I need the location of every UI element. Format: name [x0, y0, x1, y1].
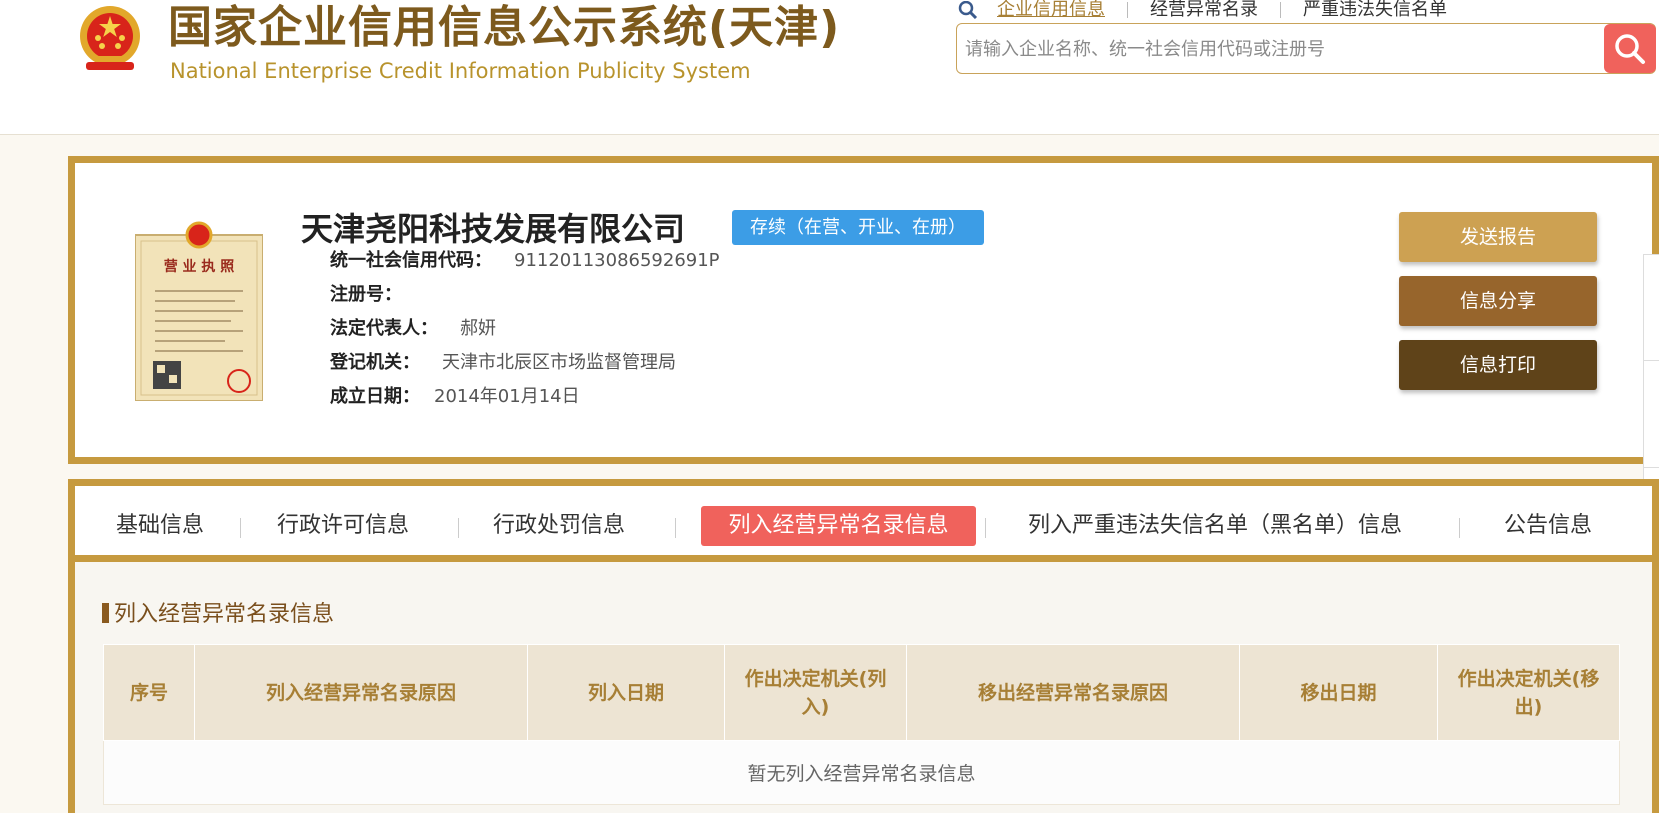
- tab-divider: [1459, 518, 1460, 538]
- search-icon: [1615, 33, 1645, 64]
- section-title-text: 列入经营异常名录信息: [114, 602, 335, 627]
- tab-blacklist[interactable]: 列入严重违法失信名单（黑名单）信息: [1020, 506, 1410, 546]
- search-box: [956, 23, 1656, 74]
- svg-text:营 业 执 照: 营 业 执 照: [164, 258, 235, 275]
- nav-divider: [1127, 2, 1128, 18]
- magnifier-icon: [958, 1, 978, 19]
- info-value: 郝妍: [460, 318, 496, 339]
- nav-link-blacklist[interactable]: 严重违法失信名单: [1303, 1, 1447, 19]
- info-label: 登记机关：: [330, 352, 420, 373]
- abnormal-list-table: 序号 列入经营异常名录原因 列入日期 作出决定机关(列入) 移出经营异常名录原因…: [103, 644, 1620, 805]
- nav-link-credit-info[interactable]: 企业信用信息: [997, 1, 1105, 19]
- tab-basic-info[interactable]: 基础信息: [112, 506, 208, 546]
- top-nav: 企业信用信息 经营异常名录 严重违法失信名单: [957, 0, 1447, 20]
- info-label: 统一社会信用代码：: [330, 250, 492, 271]
- tab-divider: [240, 518, 241, 538]
- business-license-icon: 营 业 执 照: [135, 221, 263, 401]
- nav-link-abnormal-list[interactable]: 经营异常名录: [1150, 1, 1258, 19]
- site-subtitle: National Enterprise Credit Information P…: [170, 59, 751, 83]
- empty-message: 暂无列入经营异常名录信息: [103, 740, 1620, 805]
- search-button[interactable]: [1604, 24, 1656, 73]
- send-report-button[interactable]: 发送报告: [1399, 212, 1597, 262]
- section-title: 列入经营异常名录信息: [102, 601, 334, 629]
- info-value: 91120113086592691P: [514, 250, 720, 271]
- site-title: 国家企业信用信息公示系统(天津): [168, 2, 841, 53]
- section-title-marker: [102, 603, 109, 623]
- info-legal-rep: 法定代表人： 郝妍: [330, 315, 496, 343]
- tab-announcements[interactable]: 公告信息: [1500, 506, 1596, 546]
- tab-divider: [675, 518, 676, 538]
- info-founded-date: 成立日期： 2014年01月14日: [330, 383, 580, 411]
- nav-divider: [1280, 2, 1281, 18]
- share-info-button[interactable]: 信息分享: [1399, 276, 1597, 326]
- print-info-button[interactable]: 信息打印: [1399, 340, 1597, 390]
- info-label: 成立日期：: [330, 386, 420, 407]
- column-header: 移出日期: [1239, 644, 1438, 741]
- column-header: 序号: [103, 644, 195, 741]
- info-label: 注册号：: [330, 284, 402, 305]
- search-input[interactable]: [965, 34, 1555, 64]
- table-header-row: 序号 列入经营异常名录原因 列入日期 作出决定机关(列入) 移出经营异常名录原因…: [103, 644, 1620, 741]
- info-value: 2014年01月14日: [434, 386, 580, 407]
- tab-divider: [458, 518, 459, 538]
- tab-admin-license[interactable]: 行政许可信息: [273, 506, 413, 546]
- tab-bar: 基础信息 行政许可信息 行政处罚信息 列入经营异常名录信息 列入严重违法失信名单…: [75, 486, 1652, 562]
- column-header: 作出决定机关(移出): [1437, 644, 1620, 741]
- national-emblem-icon: [80, 6, 140, 70]
- company-card: 营 业 执 照 天津尧阳科技发展有限公司 存续（在营、开业、在册） 统一社会信用…: [68, 156, 1659, 464]
- tab-admin-penalty[interactable]: 行政处罚信息: [489, 506, 629, 546]
- info-value: 天津市北辰区市场监督管理局: [442, 352, 676, 373]
- column-header: 列入经营异常名录原因: [194, 644, 528, 741]
- tab-abnormal-list[interactable]: 列入经营异常名录信息: [701, 506, 976, 546]
- status-badge: 存续（在营、开业、在册）: [732, 210, 984, 245]
- column-header: 作出决定机关(列入): [724, 644, 907, 741]
- info-label: 法定代表人：: [330, 318, 438, 339]
- site-header: 国家企业信用信息公示系统(天津) National Enterprise Cre…: [0, 0, 1659, 135]
- column-header: 列入日期: [527, 644, 725, 741]
- company-name: 天津尧阳科技发展有限公司: [301, 210, 686, 248]
- table-row: 暂无列入经营异常名录信息: [103, 740, 1620, 805]
- info-credit-code: 统一社会信用代码： 91120113086592691P: [330, 247, 720, 275]
- info-authority: 登记机关： 天津市北辰区市场监督管理局: [330, 349, 676, 377]
- info-reg-number: 注册号：: [330, 281, 402, 309]
- tab-divider: [985, 518, 986, 538]
- column-header: 移出经营异常名录原因: [906, 644, 1240, 741]
